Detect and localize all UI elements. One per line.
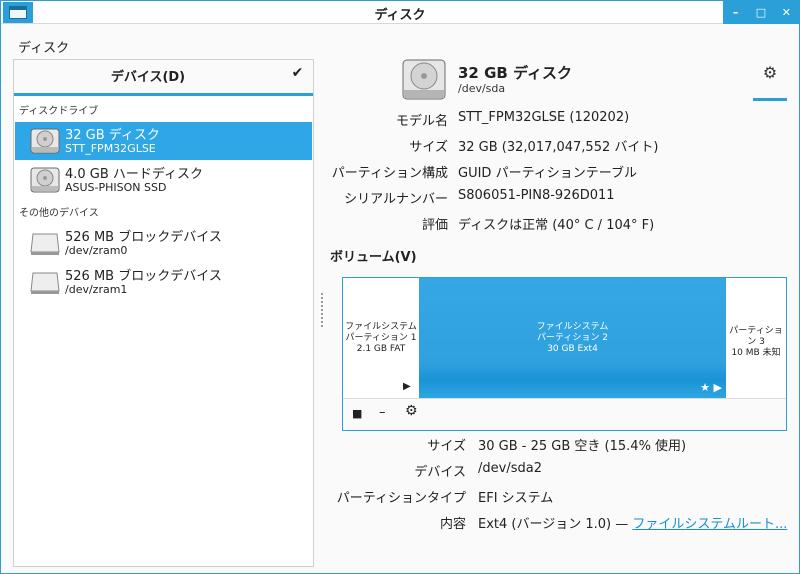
filesystem-root-link[interactable]: ファイルシステムルート... (632, 517, 787, 532)
window-controls: – □ ✕ (723, 1, 799, 24)
remove-partition-button[interactable]: – (379, 405, 386, 420)
device-subtitle: ASUS-PHISON SSD (65, 181, 167, 194)
stop-icon[interactable]: ■ (352, 407, 362, 420)
device-title: 4.0 GB ハードディスク (65, 167, 204, 182)
device-title: 526 MB ブロックデバイス (65, 230, 222, 245)
section-other-devices: その他のデバイス (19, 208, 99, 219)
disks-window: ディスク – □ ✕ ディスク デバイス(D) ✔ ディスクドライブ 32 GB… (0, 0, 800, 574)
partition-strip: ファイルシステム パーティション 1 2.1 GB FAT ▶ ファイルシステム… (343, 278, 786, 398)
prop-assessment: 評価 ディスクは正常 (40° C / 104° F) (421, 218, 655, 233)
partition-3[interactable]: パーティション 3 10 MB 未知 (726, 278, 786, 398)
partition-1[interactable]: ファイルシステム パーティション 1 2.1 GB FAT ▶ (343, 278, 419, 398)
volume-toolbar: ■ – ⚙ (343, 398, 786, 430)
star-play-icon: ★ ▶ (700, 381, 722, 394)
detail-device: デバイス /dev/sda2 (414, 461, 542, 480)
prop-serial: シリアルナンバー S806051-PIN8-926D011 (344, 188, 615, 207)
device-item-4gb-hdd[interactable]: 4.0 GB ハードディスク ASUS-PHISON SSD (15, 161, 312, 199)
prop-model: モデル名 STT_FPM32GLSE (120202) (395, 110, 630, 129)
detail-size: サイズ 30 GB - 25 GB 空き (15.4% 使用) (427, 439, 687, 454)
block-device-icon (30, 233, 60, 255)
volume-map: ファイルシステム パーティション 1 2.1 GB FAT ▶ ファイルシステム… (342, 277, 787, 431)
detail-contents: 内容 Ext4 (バージョン 1.0) — ファイルシステムルート... (439, 517, 788, 532)
sidebar-tabbar: デバイス(D) ✔ (14, 60, 313, 96)
gear-icon[interactable]: ⚙ (753, 63, 787, 101)
gear-icon[interactable]: ⚙ (405, 403, 418, 419)
partition-2[interactable]: ファイルシステム パーティション 2 30 GB Ext4 ★ ▶ (419, 278, 726, 398)
device-subtitle: /dev/zram1 (65, 283, 128, 296)
check-icon[interactable]: ✔ (282, 60, 313, 96)
prop-size: サイズ 32 GB (32,017,047,552 バイト) (409, 140, 659, 155)
minimize-button[interactable]: – (727, 6, 745, 19)
title-bar[interactable]: ディスク – □ ✕ (1, 1, 799, 24)
device-title: 526 MB ブロックデバイス (65, 269, 222, 284)
device-title: 32 GB ディスク (65, 128, 160, 143)
pane-resize-handle[interactable] (321, 293, 323, 327)
device-item-32gb-disk[interactable]: 32 GB ディスク STT_FPM32GLSE (15, 122, 312, 160)
disk-path: /dev/sda (458, 82, 506, 95)
close-button[interactable]: ✕ (777, 6, 795, 19)
device-subtitle: STT_FPM32GLSE (65, 142, 156, 155)
app-header-label: ディスク (18, 41, 70, 56)
hard-disk-icon (30, 128, 60, 154)
prop-partitioning: パーティション構成 GUID パーティションテーブル (331, 166, 638, 181)
block-device-icon (30, 272, 60, 294)
device-item-zram0[interactable]: 526 MB ブロックデバイス /dev/zram0 (15, 224, 312, 262)
hard-disk-icon (30, 167, 60, 193)
section-disk-drives: ディスクドライブ (19, 106, 99, 117)
disk-title: 32 GB ディスク (458, 64, 573, 82)
window-title: ディスク (374, 8, 426, 23)
hard-disk-icon (402, 59, 446, 100)
volumes-title: ボリューム(V) (330, 250, 417, 265)
play-icon: ▶ (403, 381, 411, 392)
detail-partition-type: パーティションタイプ EFI システム (336, 491, 554, 506)
device-subtitle: /dev/zram0 (65, 244, 128, 257)
device-sidebar: デバイス(D) ✔ ディスクドライブ 32 GB ディスク STT_FPM32G… (13, 59, 314, 567)
maximize-button[interactable]: □ (752, 6, 770, 19)
tab-devices[interactable]: デバイス(D) (14, 60, 282, 96)
device-item-zram1[interactable]: 526 MB ブロックデバイス /dev/zram1 (15, 263, 312, 301)
